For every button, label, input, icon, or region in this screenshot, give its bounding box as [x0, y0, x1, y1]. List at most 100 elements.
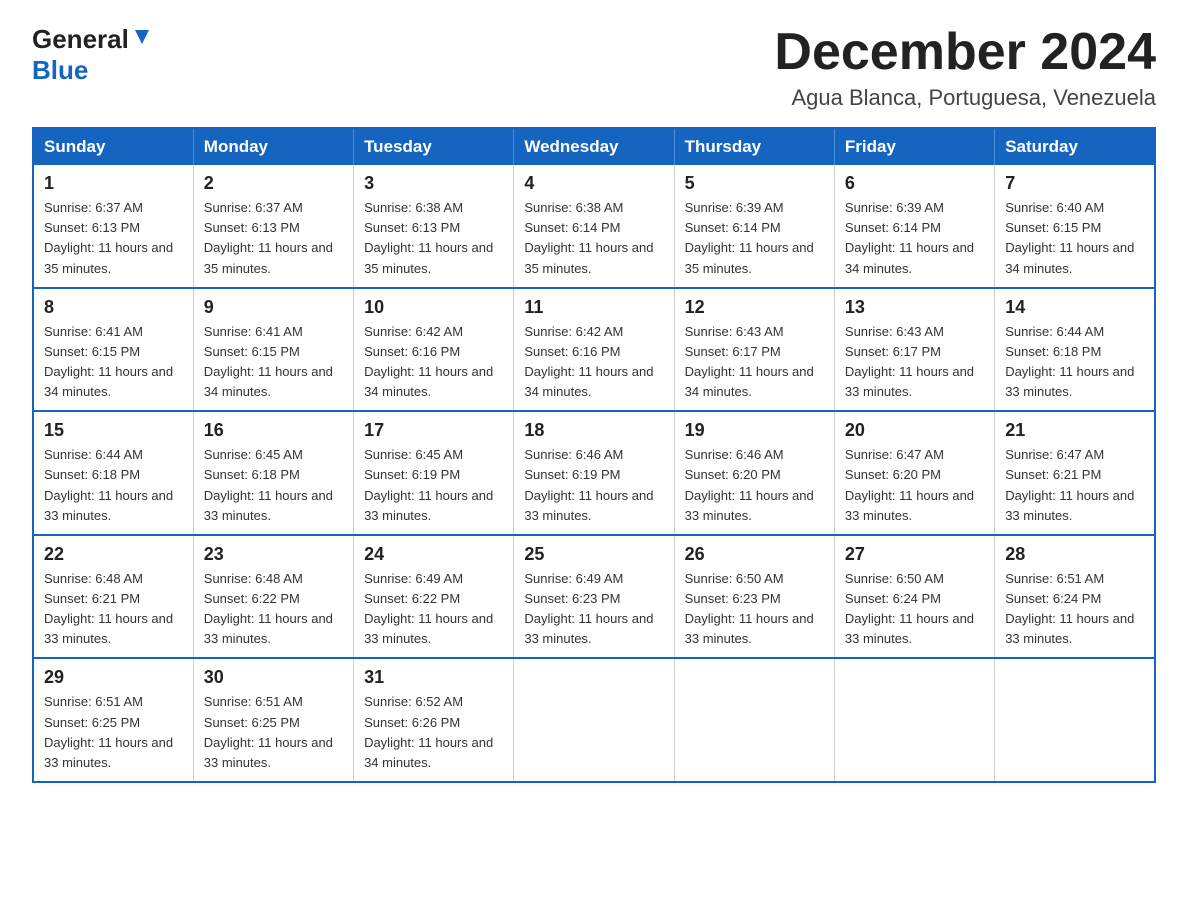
day-info: Sunrise: 6:43 AM Sunset: 6:17 PM Dayligh…	[685, 322, 824, 403]
calendar-cell	[995, 658, 1155, 782]
day-info: Sunrise: 6:44 AM Sunset: 6:18 PM Dayligh…	[1005, 322, 1144, 403]
day-info: Sunrise: 6:37 AM Sunset: 6:13 PM Dayligh…	[44, 198, 183, 279]
location-subtitle: Agua Blanca, Portuguesa, Venezuela	[774, 85, 1156, 111]
weekday-header-row: SundayMondayTuesdayWednesdayThursdayFrid…	[33, 128, 1155, 165]
calendar-cell: 29 Sunrise: 6:51 AM Sunset: 6:25 PM Dayl…	[33, 658, 193, 782]
calendar-cell: 9 Sunrise: 6:41 AM Sunset: 6:15 PM Dayli…	[193, 288, 353, 412]
day-number: 27	[845, 544, 984, 565]
calendar-cell	[834, 658, 994, 782]
calendar-cell: 23 Sunrise: 6:48 AM Sunset: 6:22 PM Dayl…	[193, 535, 353, 659]
day-number: 12	[685, 297, 824, 318]
calendar-cell: 10 Sunrise: 6:42 AM Sunset: 6:16 PM Dayl…	[354, 288, 514, 412]
calendar-week-row: 15 Sunrise: 6:44 AM Sunset: 6:18 PM Dayl…	[33, 411, 1155, 535]
weekday-header-friday: Friday	[834, 128, 994, 165]
calendar-cell: 1 Sunrise: 6:37 AM Sunset: 6:13 PM Dayli…	[33, 165, 193, 288]
day-info: Sunrise: 6:47 AM Sunset: 6:20 PM Dayligh…	[845, 445, 984, 526]
day-number: 1	[44, 173, 183, 194]
calendar-cell: 26 Sunrise: 6:50 AM Sunset: 6:23 PM Dayl…	[674, 535, 834, 659]
calendar-cell: 3 Sunrise: 6:38 AM Sunset: 6:13 PM Dayli…	[354, 165, 514, 288]
day-number: 2	[204, 173, 343, 194]
day-number: 15	[44, 420, 183, 441]
day-info: Sunrise: 6:38 AM Sunset: 6:14 PM Dayligh…	[524, 198, 663, 279]
day-number: 13	[845, 297, 984, 318]
day-number: 21	[1005, 420, 1144, 441]
day-number: 10	[364, 297, 503, 318]
day-number: 26	[685, 544, 824, 565]
calendar-cell: 2 Sunrise: 6:37 AM Sunset: 6:13 PM Dayli…	[193, 165, 353, 288]
calendar-cell: 31 Sunrise: 6:52 AM Sunset: 6:26 PM Dayl…	[354, 658, 514, 782]
calendar-week-row: 1 Sunrise: 6:37 AM Sunset: 6:13 PM Dayli…	[33, 165, 1155, 288]
day-number: 29	[44, 667, 183, 688]
day-info: Sunrise: 6:40 AM Sunset: 6:15 PM Dayligh…	[1005, 198, 1144, 279]
day-number: 9	[204, 297, 343, 318]
day-info: Sunrise: 6:39 AM Sunset: 6:14 PM Dayligh…	[845, 198, 984, 279]
calendar-cell: 16 Sunrise: 6:45 AM Sunset: 6:18 PM Dayl…	[193, 411, 353, 535]
day-number: 4	[524, 173, 663, 194]
day-number: 28	[1005, 544, 1144, 565]
day-number: 14	[1005, 297, 1144, 318]
day-number: 8	[44, 297, 183, 318]
logo-arrow-icon	[131, 26, 153, 53]
calendar-cell	[674, 658, 834, 782]
day-info: Sunrise: 6:48 AM Sunset: 6:22 PM Dayligh…	[204, 569, 343, 650]
day-info: Sunrise: 6:45 AM Sunset: 6:18 PM Dayligh…	[204, 445, 343, 526]
day-info: Sunrise: 6:49 AM Sunset: 6:22 PM Dayligh…	[364, 569, 503, 650]
day-info: Sunrise: 6:41 AM Sunset: 6:15 PM Dayligh…	[44, 322, 183, 403]
day-info: Sunrise: 6:44 AM Sunset: 6:18 PM Dayligh…	[44, 445, 183, 526]
day-info: Sunrise: 6:50 AM Sunset: 6:23 PM Dayligh…	[685, 569, 824, 650]
day-number: 31	[364, 667, 503, 688]
logo-blue-text: Blue	[32, 55, 88, 86]
calendar-cell: 4 Sunrise: 6:38 AM Sunset: 6:14 PM Dayli…	[514, 165, 674, 288]
day-number: 30	[204, 667, 343, 688]
calendar-cell: 24 Sunrise: 6:49 AM Sunset: 6:22 PM Dayl…	[354, 535, 514, 659]
calendar-cell: 14 Sunrise: 6:44 AM Sunset: 6:18 PM Dayl…	[995, 288, 1155, 412]
calendar-cell: 11 Sunrise: 6:42 AM Sunset: 6:16 PM Dayl…	[514, 288, 674, 412]
day-number: 5	[685, 173, 824, 194]
day-number: 18	[524, 420, 663, 441]
calendar-cell	[514, 658, 674, 782]
calendar-cell: 6 Sunrise: 6:39 AM Sunset: 6:14 PM Dayli…	[834, 165, 994, 288]
calendar-cell: 27 Sunrise: 6:50 AM Sunset: 6:24 PM Dayl…	[834, 535, 994, 659]
calendar-table: SundayMondayTuesdayWednesdayThursdayFrid…	[32, 127, 1156, 783]
day-info: Sunrise: 6:51 AM Sunset: 6:25 PM Dayligh…	[44, 692, 183, 773]
day-number: 22	[44, 544, 183, 565]
day-info: Sunrise: 6:51 AM Sunset: 6:25 PM Dayligh…	[204, 692, 343, 773]
calendar-week-row: 8 Sunrise: 6:41 AM Sunset: 6:15 PM Dayli…	[33, 288, 1155, 412]
calendar-week-row: 29 Sunrise: 6:51 AM Sunset: 6:25 PM Dayl…	[33, 658, 1155, 782]
day-info: Sunrise: 6:46 AM Sunset: 6:19 PM Dayligh…	[524, 445, 663, 526]
day-number: 19	[685, 420, 824, 441]
logo: General Blue	[32, 24, 153, 86]
day-info: Sunrise: 6:45 AM Sunset: 6:19 PM Dayligh…	[364, 445, 503, 526]
day-info: Sunrise: 6:37 AM Sunset: 6:13 PM Dayligh…	[204, 198, 343, 279]
day-number: 17	[364, 420, 503, 441]
calendar-cell: 25 Sunrise: 6:49 AM Sunset: 6:23 PM Dayl…	[514, 535, 674, 659]
calendar-cell: 22 Sunrise: 6:48 AM Sunset: 6:21 PM Dayl…	[33, 535, 193, 659]
calendar-cell: 19 Sunrise: 6:46 AM Sunset: 6:20 PM Dayl…	[674, 411, 834, 535]
calendar-cell: 12 Sunrise: 6:43 AM Sunset: 6:17 PM Dayl…	[674, 288, 834, 412]
calendar-cell: 15 Sunrise: 6:44 AM Sunset: 6:18 PM Dayl…	[33, 411, 193, 535]
day-number: 16	[204, 420, 343, 441]
day-number: 7	[1005, 173, 1144, 194]
month-title: December 2024	[774, 24, 1156, 81]
day-info: Sunrise: 6:52 AM Sunset: 6:26 PM Dayligh…	[364, 692, 503, 773]
weekday-header-thursday: Thursday	[674, 128, 834, 165]
day-info: Sunrise: 6:39 AM Sunset: 6:14 PM Dayligh…	[685, 198, 824, 279]
weekday-header-wednesday: Wednesday	[514, 128, 674, 165]
day-number: 20	[845, 420, 984, 441]
day-info: Sunrise: 6:50 AM Sunset: 6:24 PM Dayligh…	[845, 569, 984, 650]
day-number: 3	[364, 173, 503, 194]
calendar-cell: 13 Sunrise: 6:43 AM Sunset: 6:17 PM Dayl…	[834, 288, 994, 412]
day-info: Sunrise: 6:46 AM Sunset: 6:20 PM Dayligh…	[685, 445, 824, 526]
weekday-header-sunday: Sunday	[33, 128, 193, 165]
day-number: 11	[524, 297, 663, 318]
day-number: 25	[524, 544, 663, 565]
calendar-cell: 18 Sunrise: 6:46 AM Sunset: 6:19 PM Dayl…	[514, 411, 674, 535]
weekday-header-monday: Monday	[193, 128, 353, 165]
calendar-week-row: 22 Sunrise: 6:48 AM Sunset: 6:21 PM Dayl…	[33, 535, 1155, 659]
page-header: General Blue December 2024 Agua Blanca, …	[32, 24, 1156, 111]
day-number: 23	[204, 544, 343, 565]
day-info: Sunrise: 6:38 AM Sunset: 6:13 PM Dayligh…	[364, 198, 503, 279]
title-block: December 2024 Agua Blanca, Portuguesa, V…	[774, 24, 1156, 111]
calendar-cell: 28 Sunrise: 6:51 AM Sunset: 6:24 PM Dayl…	[995, 535, 1155, 659]
day-info: Sunrise: 6:42 AM Sunset: 6:16 PM Dayligh…	[364, 322, 503, 403]
